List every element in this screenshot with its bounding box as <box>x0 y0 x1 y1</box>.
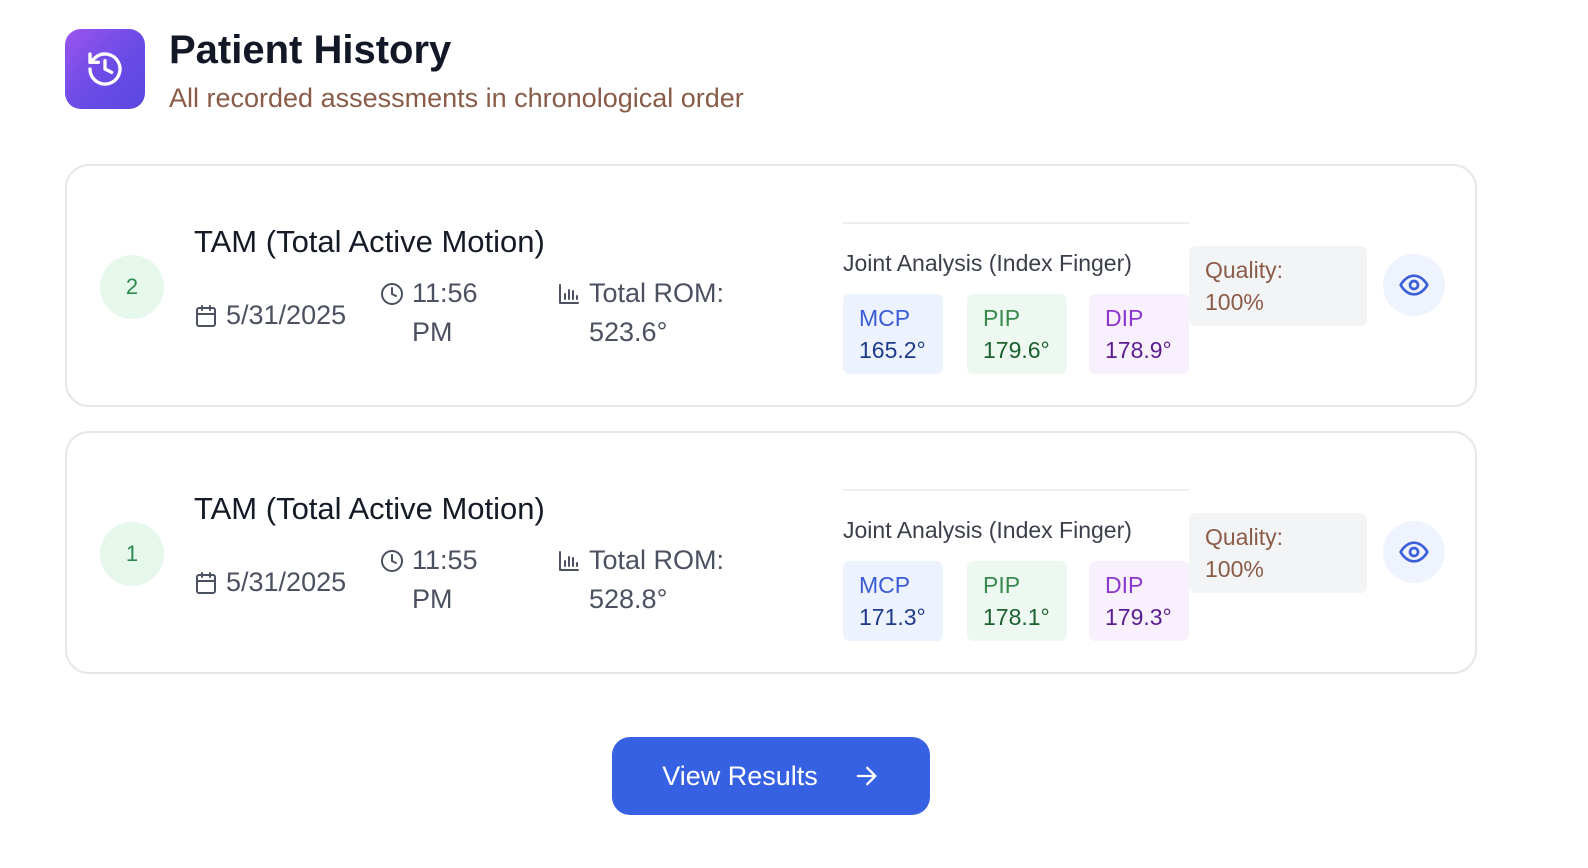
assessment-number-badge: 2 <box>100 255 164 319</box>
assessment-total-rom: Total ROM: 528.8° <box>557 541 749 619</box>
joint-label: PIP <box>983 305 1021 331</box>
view-results-button[interactable]: View Results <box>612 737 930 815</box>
joint-label: DIP <box>1105 572 1144 598</box>
joint-value: 165.2° <box>859 337 926 363</box>
joint-value: 171.3° <box>859 604 926 630</box>
quality-badge: Quality: 100% <box>1189 513 1367 593</box>
joint-label: MCP <box>859 572 911 598</box>
joint-chip-mcp: MCP 165.2° <box>843 294 943 374</box>
total-rom-text: Total ROM: 528.8° <box>589 545 725 614</box>
assessment-number-badge: 1 <box>100 522 164 586</box>
joint-value: 178.1° <box>983 604 1050 630</box>
assessment-time: 11:55 PM <box>380 541 492 619</box>
bar-chart-icon <box>557 549 581 573</box>
divider <box>843 489 1189 491</box>
view-details-button[interactable] <box>1383 521 1445 583</box>
calendar-icon <box>194 304 218 328</box>
joint-chip-pip: PIP 179.6° <box>967 294 1067 374</box>
assessment-total-rom: Total ROM: 523.6° <box>557 274 749 352</box>
quality-label: Quality: <box>1205 257 1283 283</box>
assessment-date: 5/31/2025 <box>194 296 346 335</box>
page-header: Patient History All recorded assessments… <box>65 29 744 114</box>
joint-value: 179.3° <box>1105 604 1172 630</box>
quality-value: 100% <box>1205 289 1264 315</box>
date-text: 5/31/2025 <box>226 567 347 597</box>
joint-value: 179.6° <box>983 337 1050 363</box>
history-icon <box>65 29 145 109</box>
assessment-title: TAM (Total Active Motion) <box>194 491 545 526</box>
date-text: 5/31/2025 <box>226 300 347 330</box>
eye-icon <box>1399 541 1429 563</box>
time-text: 11:55 PM <box>412 545 478 614</box>
assessment-date: 5/31/2025 <box>194 563 346 602</box>
page-subtitle: All recorded assessments in chronologica… <box>169 83 744 113</box>
joint-chip-dip: DIP 178.9° <box>1089 294 1189 374</box>
assessment-time: 11:56 PM <box>380 274 492 352</box>
joint-label: DIP <box>1105 305 1144 331</box>
joint-label: PIP <box>983 572 1021 598</box>
clock-icon <box>380 549 404 573</box>
view-details-button[interactable] <box>1383 254 1445 316</box>
total-rom-text: Total ROM: 523.6° <box>589 278 725 347</box>
assessment-card[interactable]: 2 TAM (Total Active Motion) 5/31/2025 11… <box>65 164 1477 407</box>
view-results-label: View Results <box>662 760 818 791</box>
arrow-right-icon <box>852 762 880 790</box>
bar-chart-icon <box>557 282 581 306</box>
joint-chip-dip: DIP 179.3° <box>1089 561 1189 641</box>
divider <box>843 222 1189 224</box>
eye-icon <box>1399 274 1429 296</box>
time-text: 11:56 PM <box>412 278 478 347</box>
assessment-card[interactable]: 1 TAM (Total Active Motion) 5/31/2025 11… <box>65 431 1477 674</box>
clock-icon <box>380 282 404 306</box>
patient-history-page: Patient History All recorded assessments… <box>0 0 1588 868</box>
joint-chip-mcp: MCP 171.3° <box>843 561 943 641</box>
quality-label: Quality: <box>1205 524 1283 550</box>
quality-badge: Quality: 100% <box>1189 246 1367 326</box>
joint-label: MCP <box>859 305 911 331</box>
quality-value: 100% <box>1205 556 1264 582</box>
joint-analysis-title: Joint Analysis (Index Finger) <box>843 517 1132 543</box>
joint-chip-pip: PIP 178.1° <box>967 561 1067 641</box>
calendar-icon <box>194 571 218 595</box>
joint-analysis-title: Joint Analysis (Index Finger) <box>843 250 1132 276</box>
assessment-title: TAM (Total Active Motion) <box>194 224 545 259</box>
joint-value: 178.9° <box>1105 337 1172 363</box>
page-title: Patient History <box>169 28 452 72</box>
